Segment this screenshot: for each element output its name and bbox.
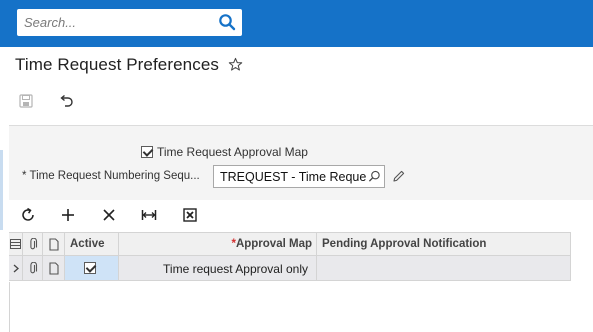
favorite-star-icon[interactable] — [228, 57, 243, 72]
numbering-sequence-value[interactable]: TREQUEST - Time Request — [220, 170, 366, 184]
page-title: Time Request Preferences — [15, 55, 219, 74]
header-active[interactable]: Active — [65, 233, 119, 255]
refresh-icon[interactable] — [20, 207, 36, 223]
required-marker: * — [22, 170, 27, 182]
header-selector-cell[interactable] — [9, 233, 23, 255]
header-approval-map-text: Approval Map — [235, 238, 312, 250]
header-attachment-cell — [23, 233, 43, 255]
edit-pencil-icon[interactable] — [392, 169, 406, 183]
numbering-sequence-label-text: Time Request Numbering Sequ... — [29, 170, 200, 182]
attachment-icon — [30, 238, 38, 250]
note-icon — [49, 238, 59, 251]
grid-left-border — [9, 282, 10, 332]
grid-toolbar — [9, 200, 593, 232]
approval-map-checkbox[interactable] — [141, 146, 153, 158]
delete-row-icon[interactable] — [101, 207, 117, 223]
row-active-cell[interactable] — [65, 256, 119, 280]
row-expand-cell[interactable] — [9, 256, 23, 280]
header-pending-notification[interactable]: Pending Approval Notification — [317, 233, 571, 255]
header-approval-map[interactable]: *Approval Map — [119, 233, 317, 255]
left-edge-indicator — [0, 150, 3, 230]
header-pending-notification-label: Pending Approval Notification — [322, 238, 487, 250]
lookup-search-icon[interactable] — [368, 170, 381, 183]
header-approval-map-label: *Approval Map — [231, 238, 312, 250]
numbering-sequence-label: * Time Request Numbering Sequ... — [22, 170, 200, 182]
table-row[interactable]: Time request Approval only — [9, 256, 571, 281]
row-selector-icon — [10, 239, 21, 249]
fit-columns-icon[interactable] — [141, 207, 157, 223]
row-approval-map-cell[interactable]: Time request Approval only — [119, 256, 317, 280]
note-icon[interactable] — [49, 262, 59, 275]
undo-icon[interactable] — [58, 93, 74, 109]
row-note-cell[interactable] — [43, 256, 65, 280]
export-excel-icon[interactable] — [182, 207, 198, 223]
search-box[interactable] — [17, 9, 242, 36]
header-active-label: Active — [70, 238, 105, 250]
add-row-icon[interactable] — [60, 207, 76, 223]
attachment-icon[interactable] — [28, 262, 38, 275]
grid-header-row: Active *Approval Map Pending Approval No… — [9, 233, 571, 256]
row-pending-notification-cell[interactable] — [317, 256, 571, 280]
row-attachment-cell[interactable] — [23, 256, 43, 280]
numbering-sequence-field[interactable]: TREQUEST - Time Request — [213, 165, 385, 188]
approval-map-grid: Active *Approval Map Pending Approval No… — [9, 232, 571, 281]
preferences-form — [9, 125, 593, 200]
search-icon[interactable] — [218, 13, 236, 31]
search-input[interactable] — [17, 9, 212, 36]
row-approval-map-value: Time request Approval only — [163, 262, 308, 276]
approval-map-label: Time Request Approval Map — [157, 145, 308, 159]
header-note-cell — [43, 233, 65, 255]
save-icon[interactable] — [19, 94, 33, 108]
row-active-checkbox[interactable] — [84, 262, 96, 274]
top-bar — [0, 0, 593, 47]
chevron-right-icon[interactable] — [12, 264, 20, 273]
